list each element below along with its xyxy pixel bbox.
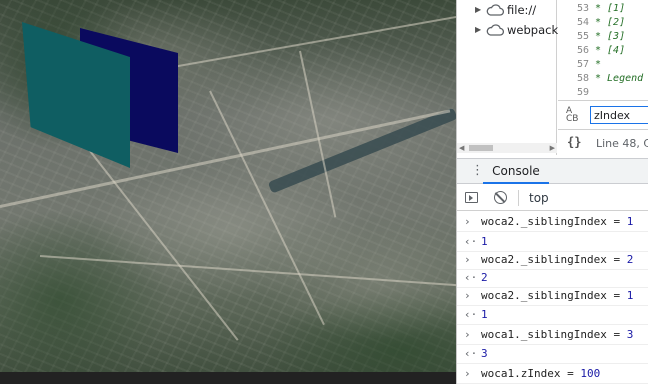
pretty-print-icon[interactable]: {} (567, 135, 581, 149)
result-arrow-icon: ‹· (464, 235, 478, 248)
result-arrow-icon: ‹· (464, 271, 478, 284)
map-viewport[interactable] (0, 0, 456, 384)
cloud-icon (486, 4, 504, 16)
console-expression: woca2._siblingIndex = (481, 215, 627, 228)
code-line: 57 * (576, 59, 602, 70)
code-line: 56 * [4] (576, 45, 626, 56)
console-number: 1 (626, 215, 634, 228)
console-expression: woca2._siblingIndex = (481, 253, 627, 266)
toolbar-divider (518, 190, 519, 206)
scrollbar-thumb[interactable] (469, 145, 493, 151)
input-chevron-icon: › (464, 215, 471, 228)
expand-arrow-icon[interactable]: ▶ (475, 1, 485, 19)
devtools-panel: ▶ file:// ▶ webpack:/ ◀ ▶ 53 * [1] 54 * … (456, 0, 648, 384)
expand-arrow-icon[interactable]: ▶ (475, 21, 485, 39)
scroll-left-icon[interactable]: ◀ (459, 144, 464, 152)
console-input-row[interactable]: › woca2._siblingIndex = 2 (457, 250, 648, 270)
console-number: 1 (626, 289, 634, 302)
console-input-row[interactable]: › woca2._siblingIndex = 1 (457, 286, 648, 306)
console-input-row[interactable]: › woca1._siblingIndex = 3 (457, 325, 648, 345)
tab-console[interactable]: Console (483, 159, 549, 184)
console-result-row: ‹· 1 (457, 305, 648, 325)
console-result-row: ‹· 3 (457, 344, 648, 364)
drawer-tabbar: ⋮ Console (457, 158, 648, 184)
console-result-value: 2 (481, 271, 488, 284)
input-chevron-icon: › (464, 289, 471, 302)
editor-status-bar: {} Line 48, C (558, 129, 648, 155)
code-line: 53 * [1] (576, 3, 626, 14)
sources-panel: ▶ file:// ▶ webpack:/ ◀ ▶ 53 * [1] 54 * … (457, 0, 648, 155)
river (267, 107, 456, 194)
console-input-row[interactable]: › woca1.zIndex = 100 (457, 364, 648, 384)
tree-item-webpack[interactable]: ▶ webpack:/ (475, 21, 566, 39)
tree-item-file[interactable]: ▶ file:// (475, 1, 536, 19)
road (39, 255, 456, 287)
context-selector[interactable]: top (529, 191, 549, 205)
code-line: 58 * Legend (576, 73, 644, 84)
console-result-value: 1 (481, 308, 488, 321)
find-input[interactable] (590, 106, 648, 124)
console-messages[interactable]: › woca2._siblingIndex = 1 ‹· 1 › woca2._… (457, 212, 648, 384)
match-case-icon[interactable]: A CB (566, 107, 578, 124)
clear-console-icon[interactable] (494, 191, 507, 204)
console-result-value: 3 (481, 347, 488, 360)
console-expression: woca1._siblingIndex = (481, 328, 627, 341)
code-editor[interactable]: 53 * [1] 54 * [2] 55 * [3] 56 * [4] 57 * 58 * … (558, 0, 648, 98)
cloud-icon (486, 24, 504, 36)
console-result-row: ‹· 2 (457, 268, 648, 288)
console-expression: woca2._siblingIndex = (481, 289, 627, 302)
file-navigator: ▶ file:// ▶ webpack:/ ◀ ▶ (457, 0, 566, 155)
cursor-position: Line 48, C (596, 137, 648, 150)
input-chevron-icon: › (464, 328, 471, 341)
find-bar: A CB (558, 100, 648, 128)
show-sidebar-icon[interactable] (465, 192, 478, 203)
code-line: 54 * [2] (576, 17, 626, 28)
code-line: 59 (576, 87, 589, 98)
viewport-bottom-bar (0, 372, 456, 384)
input-chevron-icon: › (464, 253, 471, 266)
console-toolbar: top (457, 185, 648, 211)
road (89, 150, 239, 341)
console-number: 3 (626, 328, 634, 341)
result-arrow-icon: ‹· (464, 347, 478, 360)
input-chevron-icon: › (464, 367, 471, 380)
road (209, 90, 325, 326)
console-result-value: 1 (481, 235, 488, 248)
code-line: 55 * [3] (576, 31, 626, 42)
console-result-row: ‹· 1 (457, 232, 648, 252)
console-expression: woca1.zIndex = (481, 367, 581, 380)
result-arrow-icon: ‹· (464, 308, 478, 321)
console-number: 2 (626, 253, 634, 266)
console-input-row[interactable]: › woca2._siblingIndex = 1 (457, 212, 648, 232)
scroll-right-icon[interactable]: ▶ (550, 144, 555, 152)
tree-item-label: file:// (507, 3, 537, 17)
horizontal-scrollbar[interactable]: ◀ ▶ (457, 143, 557, 153)
console-number: 100 (580, 367, 601, 380)
